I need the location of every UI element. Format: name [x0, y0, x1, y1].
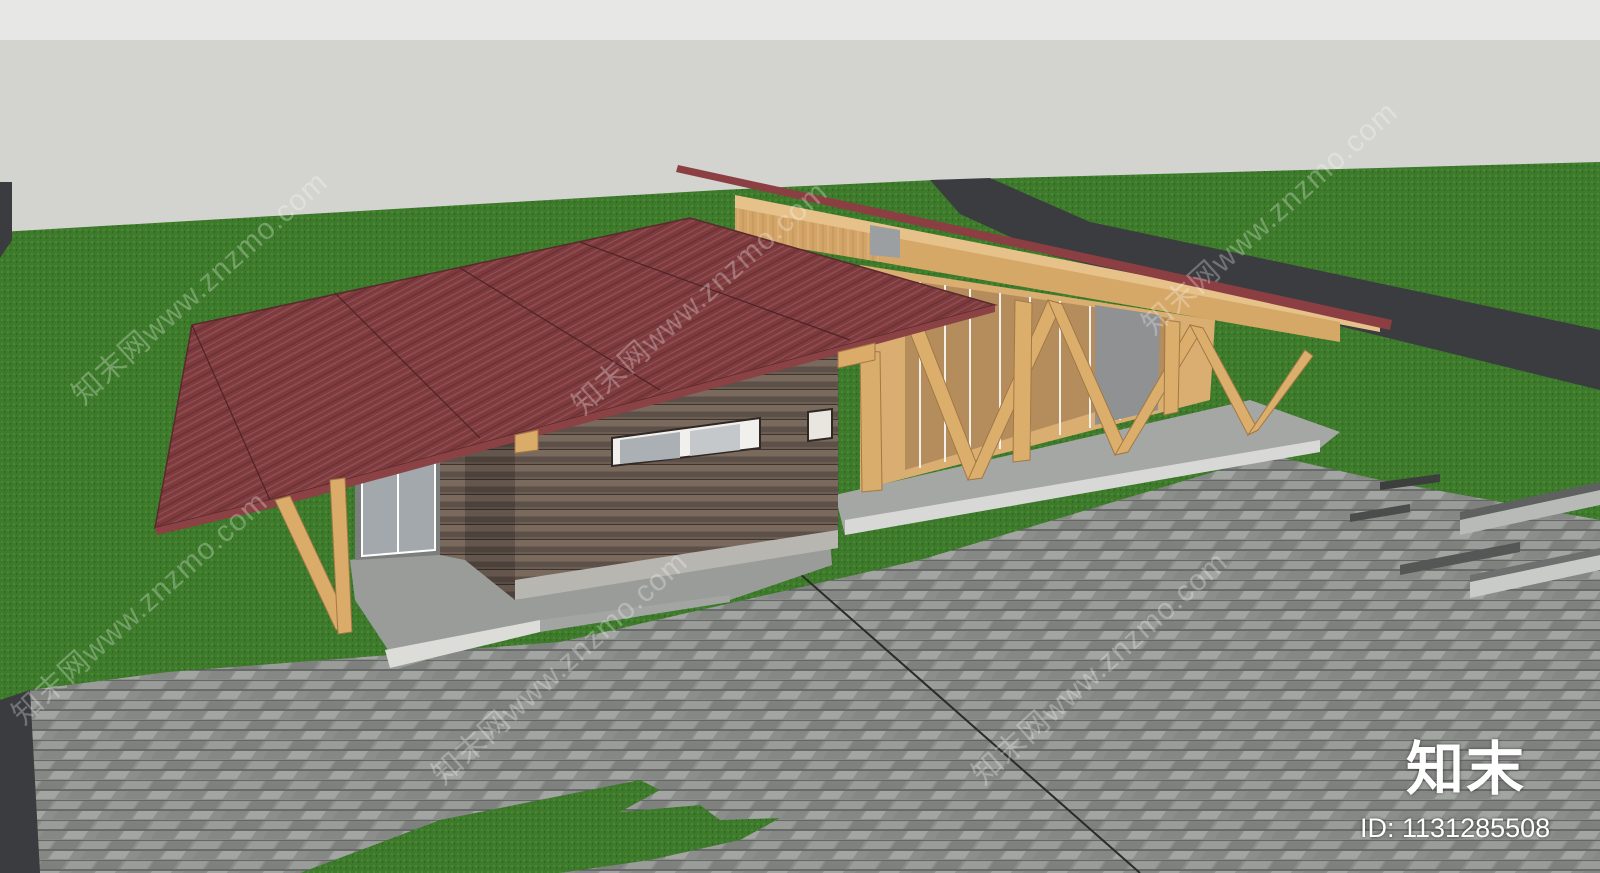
- brand-logo: 知末: [1406, 735, 1527, 803]
- model-id-label: ID: 1131285508: [1360, 813, 1551, 843]
- building-3d-model: [0, 0, 1600, 873]
- model-viewport[interactable]: 知末网www.znzmo.com 知末网www.znzmo.com 知末网www…: [0, 0, 1600, 873]
- top-bar: [0, 0, 1600, 40]
